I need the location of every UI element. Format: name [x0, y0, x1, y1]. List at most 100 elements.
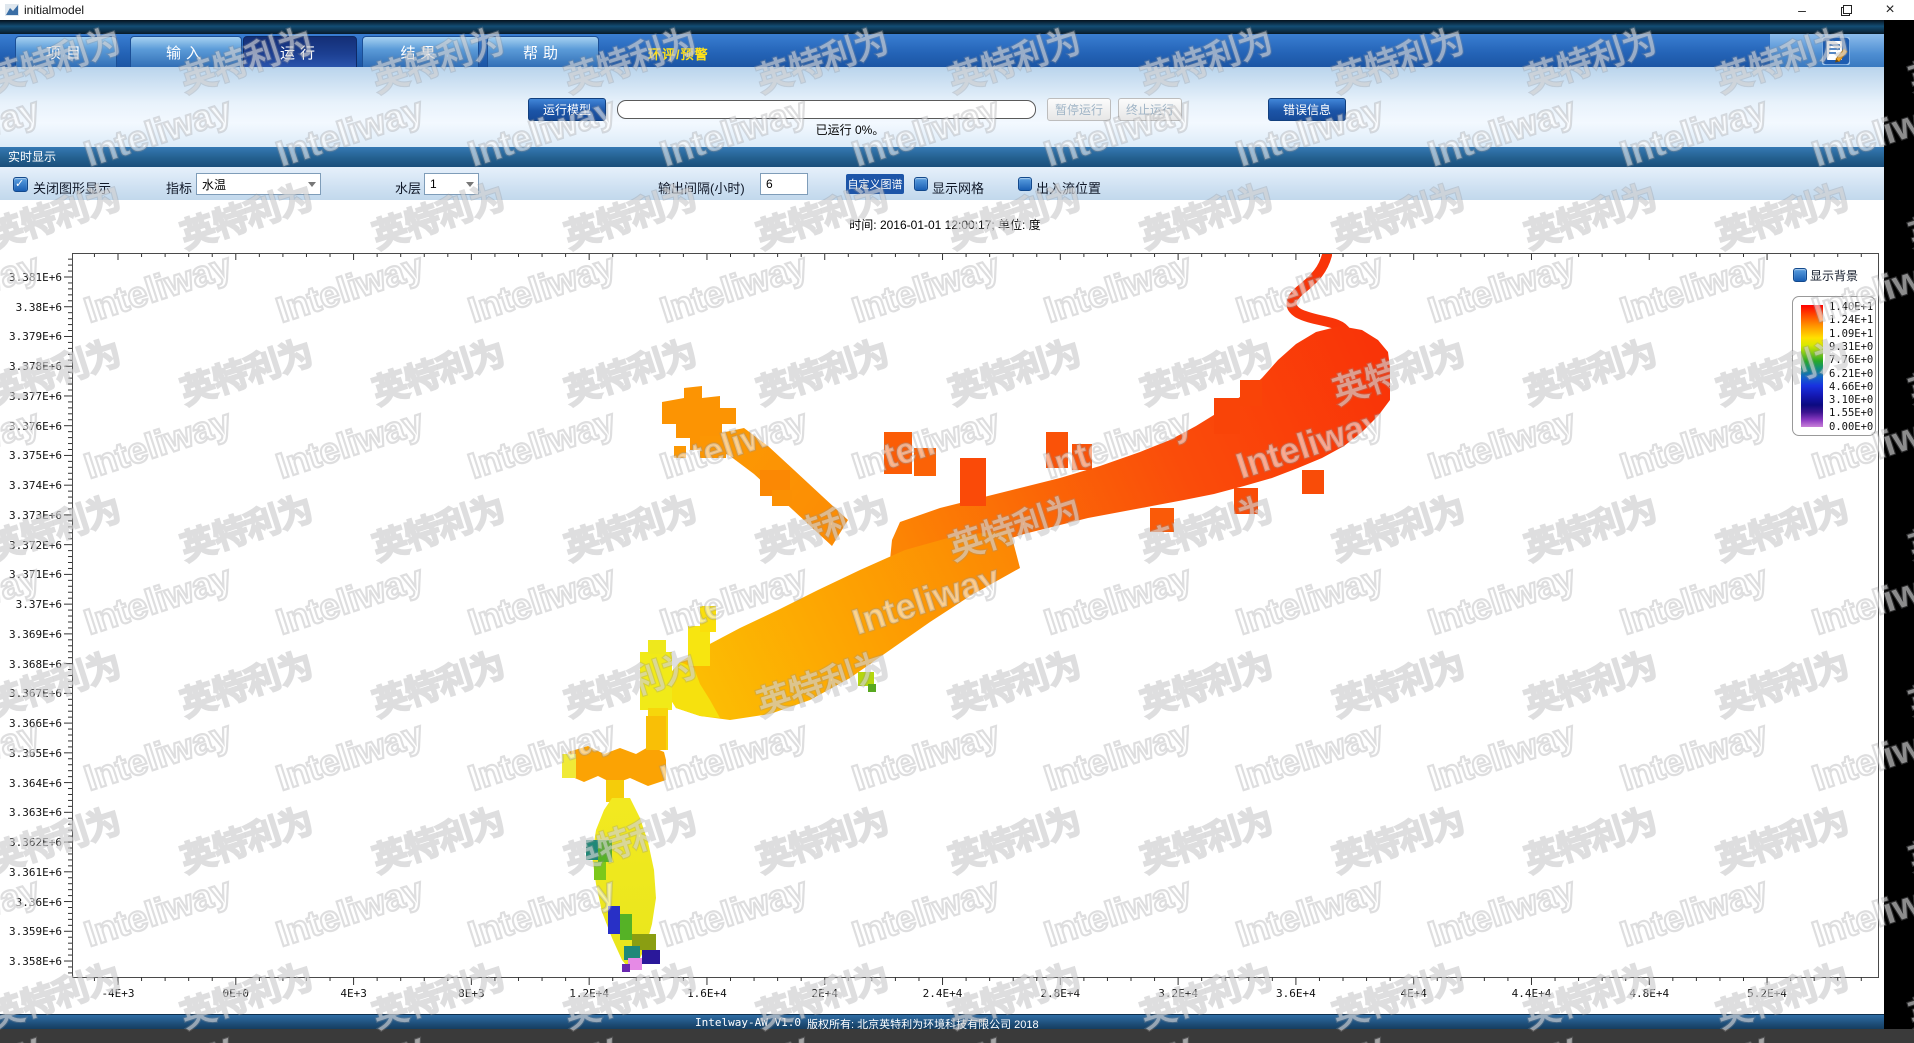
y-tick-label: 3.363E+6 [2, 806, 62, 819]
stop-run-button[interactable]: 终止运行 [1118, 98, 1182, 121]
x-tick-label: -4E+3 [73, 987, 163, 1000]
y-tick-label: 3.381E+6 [2, 271, 62, 284]
y-tick-label: 3.368E+6 [2, 658, 62, 671]
y-tick-label: 3.374E+6 [2, 479, 62, 492]
colorbar-value-label: 4.66E+0 [1829, 381, 1873, 393]
layer-label: 水层 [395, 178, 421, 197]
close-button[interactable]: × [1870, 0, 1910, 20]
restore-icon [1841, 5, 1851, 15]
x-tick-label: 2E+4 [780, 987, 870, 1000]
colorbar-value-label: 1.40E+1 [1829, 301, 1873, 313]
colorbar-value-label: 0.00E+0 [1829, 421, 1873, 433]
pause-run-button[interactable]: 暂停运行 [1047, 98, 1111, 121]
tab-run[interactable]: 运行 [243, 36, 357, 69]
realtime-section-header: 实时显示 [0, 147, 1884, 167]
x-tick-label: 8E+3 [426, 987, 516, 1000]
x-tick-label: 3.2E+4 [1133, 987, 1223, 1000]
window-titlebar: initialmodel – × [0, 0, 1914, 20]
custom-colormap-button[interactable]: 自定义图谱 [846, 174, 904, 194]
x-tick-label: 1.6E+4 [662, 987, 752, 1000]
colorbar-value-label: 3.10E+0 [1829, 394, 1873, 406]
y-tick-label: 3.371E+6 [2, 568, 62, 581]
main-tabbar: 项目 输入 运行 结果 帮助 环评/预警 [0, 34, 1884, 67]
window-title: initialmodel [24, 3, 84, 17]
time-unit-label: 时间: 2016-01-01 12:00:17; 单位: 度 [790, 216, 1100, 233]
colorbar-value-label: 7.76E+0 [1829, 354, 1873, 366]
close-graphics-label: 关闭图形显示 [33, 178, 111, 197]
flow-positions-checkbox[interactable] [1018, 177, 1032, 191]
progress-text: 已运行 0%。 [700, 121, 1000, 138]
y-tick-label: 3.38E+6 [2, 301, 62, 314]
y-tick-label: 3.372E+6 [2, 539, 62, 552]
tab-project[interactable]: 项目 [15, 36, 117, 69]
x-tick-label: 0E+0 [191, 987, 281, 1000]
tab-results[interactable]: 结果 [362, 36, 479, 69]
tab-help[interactable]: 帮助 [487, 36, 599, 69]
tab-env-warning[interactable]: 环评/预警 [648, 44, 709, 63]
y-tick-label: 3.366E+6 [2, 717, 62, 730]
y-tick-label: 3.377E+6 [2, 390, 62, 403]
layer-value: 1 [430, 177, 437, 191]
y-tick-label: 3.375E+6 [2, 449, 62, 462]
chevron-down-icon [466, 182, 474, 187]
colorbar-value-label: 6.21E+0 [1829, 368, 1873, 380]
tabbar-right-panel [1770, 34, 1884, 67]
plot-area [72, 253, 1879, 978]
interval-input[interactable] [760, 173, 808, 195]
x-tick-label: 2.4E+4 [898, 987, 988, 1000]
show-background-label: 显示背景 [1810, 267, 1858, 284]
y-tick-label: 3.361E+6 [2, 866, 62, 879]
x-tick-label: 4.4E+4 [1486, 987, 1576, 1000]
y-tick-label: 3.358E+6 [2, 955, 62, 968]
colorbar-value-label: 9.31E+0 [1829, 341, 1873, 353]
x-tick-label: 4.8E+4 [1604, 987, 1694, 1000]
report-icon[interactable] [1822, 37, 1850, 65]
realtime-controls: 关闭图形显示 指标 水温 水层 1 输出间隔(小时) 自定义图谱 显示网格 出入… [0, 167, 1884, 200]
colorbar-value-label: 1.09E+1 [1829, 328, 1873, 340]
x-tick-label: 2.8E+4 [1015, 987, 1105, 1000]
y-tick-label: 3.36E+6 [2, 896, 62, 909]
status-bar: Intelway-AW V1.0 版权所有: 北京英特利为环境科技有限公司 20… [0, 1014, 1884, 1029]
indicator-value: 水温 [202, 176, 226, 193]
close-graphics-checkbox[interactable] [13, 177, 28, 192]
run-model-button[interactable]: 运行模型 [528, 98, 606, 121]
chevron-down-icon [308, 182, 316, 187]
colorbar-legend: 1.40E+11.24E+1 1.09E+19.31E+07.76E+0 6.21E… [1792, 296, 1876, 436]
restore-button[interactable] [1826, 0, 1866, 20]
progress-bar [617, 100, 1036, 119]
y-tick-label: 3.376E+6 [2, 420, 62, 433]
y-tick-label: 3.378E+6 [2, 360, 62, 373]
y-tick-label: 3.37E+6 [2, 598, 62, 611]
x-tick-label: 1.2E+4 [544, 987, 634, 1000]
status-version: Intelway-AW V1.0 [695, 1016, 801, 1029]
error-info-button[interactable]: 错误信息 [1268, 98, 1346, 121]
show-background-checkbox[interactable] [1793, 268, 1807, 282]
indicator-label: 指标 [166, 178, 192, 197]
y-tick-label: 3.369E+6 [2, 628, 62, 641]
y-tick-label: 3.359E+6 [2, 925, 62, 938]
indicator-select[interactable]: 水温 [196, 173, 321, 195]
colorbar-value-label: 1.24E+1 [1829, 314, 1873, 326]
x-tick-label: 4E+4 [1369, 987, 1459, 1000]
desktop-background-right [1884, 20, 1914, 1029]
y-tick-label: 3.373E+6 [2, 509, 62, 522]
x-tick-label: 4E+3 [309, 987, 399, 1000]
x-tick-label: 5.2E+4 [1722, 987, 1812, 1000]
interval-label: 输出间隔(小时) [658, 178, 745, 197]
show-grid-checkbox[interactable] [914, 177, 928, 191]
y-tick-label: 3.364E+6 [2, 777, 62, 790]
app-icon [5, 3, 19, 17]
x-tick-label: 3.6E+4 [1251, 987, 1341, 1000]
header-strip [0, 20, 1884, 34]
colorbar-gradient [1801, 305, 1823, 427]
run-toolbar: 运行模型 已运行 0%。 暂停运行 终止运行 错误信息 [0, 67, 1884, 147]
desktop-background-bottom [0, 1029, 1914, 1043]
minimize-button[interactable]: – [1782, 0, 1822, 20]
y-tick-label: 3.365E+6 [2, 747, 62, 760]
colorbar-value-label: 1.55E+0 [1829, 407, 1873, 419]
layer-select[interactable]: 1 [424, 173, 479, 195]
app-window: initialmodel – × 项目 输入 运行 结果 帮助 环评/预警 [0, 0, 1914, 1043]
tab-input[interactable]: 输入 [130, 36, 242, 69]
y-tick-label: 3.362E+6 [2, 836, 62, 849]
flow-positions-label: 出入流位置 [1036, 178, 1101, 197]
